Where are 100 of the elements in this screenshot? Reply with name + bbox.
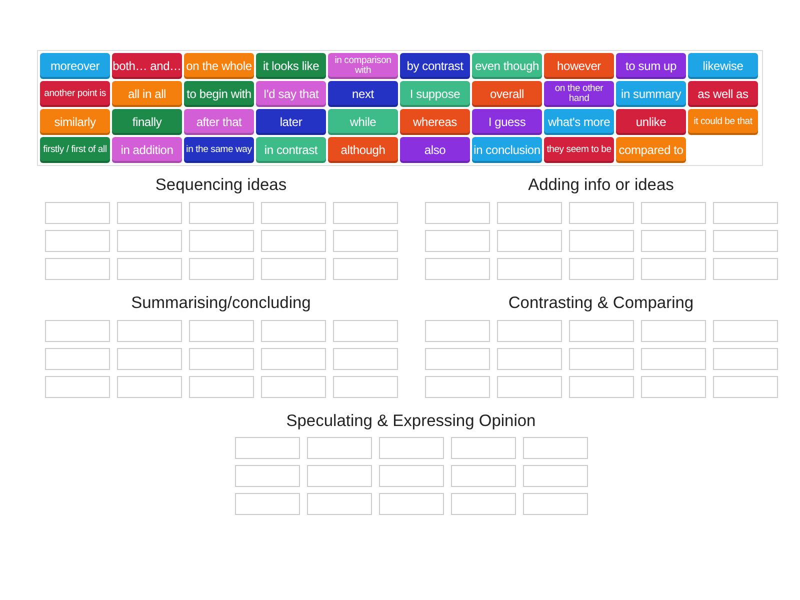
drop-slot	[568, 230, 634, 252]
drop-slot	[568, 202, 634, 224]
drop-slot	[712, 320, 778, 342]
word-tile[interactable]: it could be that	[688, 109, 758, 135]
drop-slot	[332, 376, 398, 398]
drop-slot	[234, 465, 300, 488]
word-tile[interactable]: moreover	[40, 53, 110, 79]
drop-slot	[522, 493, 588, 516]
drop-slot	[260, 376, 326, 398]
drop-slot	[424, 230, 490, 252]
drop-slot	[116, 320, 182, 342]
word-tile[interactable]: while	[328, 109, 398, 135]
drop-slot	[188, 348, 254, 370]
word-tile[interactable]: in contrast	[256, 137, 326, 163]
drop-slot	[568, 376, 634, 398]
category-title: Speculating & Expressing Opinion	[286, 412, 536, 432]
drop-slot	[44, 348, 110, 370]
drop-slot	[378, 437, 444, 460]
drop-slot	[640, 230, 706, 252]
drop-slot	[378, 493, 444, 516]
drop-slot	[424, 348, 490, 370]
word-tile[interactable]: finally	[112, 109, 182, 135]
drop-slot	[188, 230, 254, 252]
word-tile[interactable]: on the whole	[184, 53, 254, 79]
drop-slot	[188, 376, 254, 398]
drop-slot	[496, 348, 562, 370]
word-tile[interactable]: later	[256, 109, 326, 135]
word-tile[interactable]: whereas	[400, 109, 470, 135]
word-tile[interactable]: compared to	[616, 137, 686, 163]
word-tile[interactable]: both… and…	[112, 53, 182, 79]
word-tile[interactable]: they seem to be	[544, 137, 614, 163]
word-tile[interactable]: in addition	[112, 137, 182, 163]
word-tile[interactable]: however	[544, 53, 614, 79]
word-tile[interactable]: by contrast	[400, 53, 470, 79]
drop-slot	[260, 202, 326, 224]
drop-slot	[424, 202, 490, 224]
word-tile[interactable]: I suppose	[400, 81, 470, 107]
drop-slot	[378, 465, 444, 488]
word-tile[interactable]: to begin with	[184, 81, 254, 107]
drop-slot	[712, 376, 778, 398]
drop-slot	[260, 320, 326, 342]
drop-slot	[640, 258, 706, 280]
drop-slot	[424, 320, 490, 342]
drop-slot	[424, 376, 490, 398]
word-tile[interactable]: what's more	[544, 109, 614, 135]
word-tile[interactable]: it looks like	[256, 53, 326, 79]
drop-slot	[332, 348, 398, 370]
drop-slot	[568, 320, 634, 342]
drop-slot	[332, 230, 398, 252]
word-tile[interactable]: as well as	[688, 81, 758, 107]
drop-slot	[332, 202, 398, 224]
word-tile[interactable]: all in all	[112, 81, 182, 107]
drop-slot	[712, 348, 778, 370]
word-tile[interactable]: although	[328, 137, 398, 163]
drop-slot	[44, 230, 110, 252]
word-tile[interactable]: next	[328, 81, 398, 107]
drop-slot	[188, 320, 254, 342]
word-tile[interactable]: in the same way	[184, 137, 254, 163]
drop-slot	[188, 258, 254, 280]
word-tile[interactable]: firstly / first of all	[40, 137, 110, 163]
word-tile[interactable]: to sum up	[616, 53, 686, 79]
word-tile[interactable]: unlike	[616, 109, 686, 135]
drop-slot	[496, 230, 562, 252]
word-tile[interactable]: likewise	[688, 53, 758, 79]
word-tile[interactable]: similarly	[40, 109, 110, 135]
drop-slot	[522, 465, 588, 488]
drop-slot	[496, 258, 562, 280]
drop-slot	[496, 376, 562, 398]
category-title: Adding info or ideas	[528, 176, 674, 196]
word-tile[interactable]: after that	[184, 109, 254, 135]
word-tile[interactable]: in conclusion	[472, 137, 542, 163]
drop-slot	[116, 258, 182, 280]
category-title: Contrasting & Comparing	[508, 294, 694, 314]
word-tile[interactable]: on the other hand	[544, 81, 614, 107]
word-tile[interactable]: even though	[472, 53, 542, 79]
word-tile[interactable]: overall	[472, 81, 542, 107]
word-tile[interactable]: another point is	[40, 81, 110, 107]
word-tile[interactable]: also	[400, 137, 470, 163]
drop-slot	[260, 230, 326, 252]
drop-slot	[712, 230, 778, 252]
drop-slot	[260, 348, 326, 370]
word-tile[interactable]: in summary	[616, 81, 686, 107]
drop-slot	[450, 437, 516, 460]
drop-slot	[496, 202, 562, 224]
drop-slot	[522, 437, 588, 460]
word-tile[interactable]: I'd say that	[256, 81, 326, 107]
drop-slot	[116, 376, 182, 398]
drop-slot	[116, 348, 182, 370]
word-tile[interactable]: I guess	[472, 109, 542, 135]
drop-slot	[640, 320, 706, 342]
category-title: Summarising/concluding	[131, 294, 311, 314]
drop-slot	[496, 320, 562, 342]
drop-slot	[640, 348, 706, 370]
drop-slot	[712, 258, 778, 280]
drop-slot	[188, 202, 254, 224]
word-tile[interactable]: in comparison with	[328, 53, 398, 79]
drop-slot	[640, 202, 706, 224]
drop-slot	[116, 202, 182, 224]
drop-slot	[44, 320, 110, 342]
drop-slot	[44, 376, 110, 398]
